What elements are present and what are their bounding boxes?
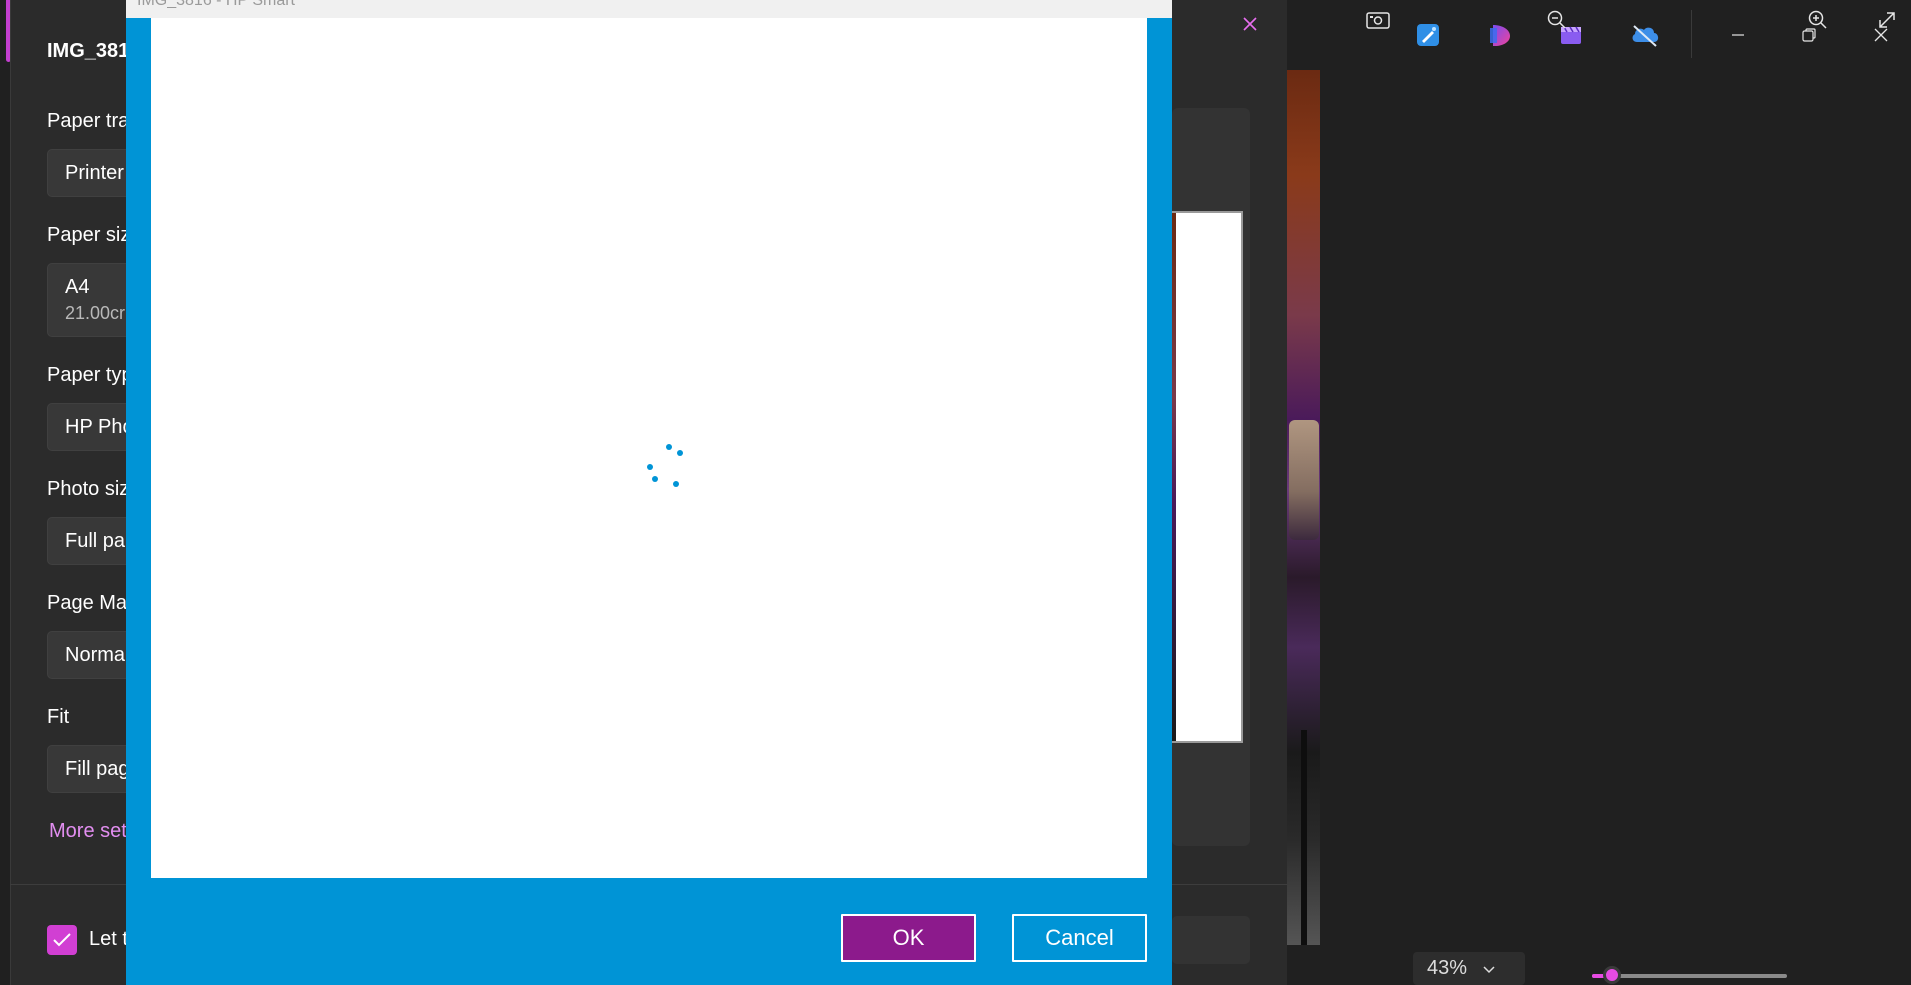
edit-image-icon[interactable] (1413, 20, 1443, 50)
zoom-level-value: 43% (1427, 957, 1468, 979)
cancel-button[interactable]: Cancel (1012, 914, 1147, 962)
paper-type-label: Paper typ (47, 364, 133, 386)
hp-smart-title: IMG_3816 - HP Smart (137, 0, 295, 9)
print-preview-page (1172, 211, 1243, 743)
photo-image (1287, 70, 1320, 945)
chevron-down-icon (1483, 957, 1495, 980)
hp-smart-content-area (151, 18, 1147, 878)
minimize-icon[interactable] (1720, 17, 1756, 53)
photo-size-dropdown[interactable]: Full pa (47, 517, 137, 565)
photos-status-bar (1287, 950, 1911, 985)
let-checkbox[interactable] (47, 925, 77, 955)
checkmark-icon (53, 933, 71, 947)
print-dialog-title: IMG_381 (47, 40, 130, 62)
zoom-out-icon[interactable] (1543, 6, 1571, 34)
zoom-level-dropdown[interactable]: 43% (1413, 952, 1525, 985)
print-dialog-close-icon[interactable] (1236, 10, 1264, 38)
page-margins-dropdown[interactable]: Norma (47, 631, 137, 679)
loading-spinner-icon (647, 423, 697, 493)
expand-icon[interactable] (1872, 6, 1902, 34)
let-checkbox-label: Let t (89, 928, 128, 950)
print-button-area (1172, 916, 1250, 964)
photo-size-label: Photo siz (47, 478, 130, 500)
paper-tray-label: Paper tra (47, 110, 130, 132)
hp-smart-dialog: IMG_3816 - HP Smart OK Cancel (126, 0, 1172, 985)
clipchamp-icon[interactable] (1485, 20, 1515, 50)
fit-label: Fit (47, 706, 70, 728)
page-margins-label: Page Ma (47, 592, 128, 614)
print-preview-image-edge (1172, 213, 1176, 741)
onedrive-offline-icon[interactable] (1628, 20, 1662, 50)
zoom-in-icon[interactable] (1804, 6, 1832, 34)
paper-size-label: Paper siz (47, 224, 131, 246)
fit-to-window-icon[interactable] (1364, 6, 1392, 34)
paper-type-dropdown[interactable]: HP Pho (47, 403, 137, 451)
fit-dropdown[interactable]: Fill pag (47, 745, 137, 793)
paper-tray-dropdown[interactable]: Printer (47, 149, 137, 197)
photo-guitar-detail (1289, 420, 1319, 540)
paper-size-dropdown[interactable]: A4 21.00cr (47, 263, 137, 337)
zoom-slider-thumb[interactable] (1602, 966, 1621, 984)
ok-button[interactable]: OK (841, 914, 976, 962)
topbar-separator (1691, 10, 1692, 58)
hp-smart-titlebar: IMG_3816 - HP Smart (126, 0, 1172, 18)
zoom-slider-track[interactable] (1592, 974, 1787, 978)
photo-stand-detail (1301, 730, 1307, 945)
more-settings-link[interactable]: More set (49, 820, 127, 843)
